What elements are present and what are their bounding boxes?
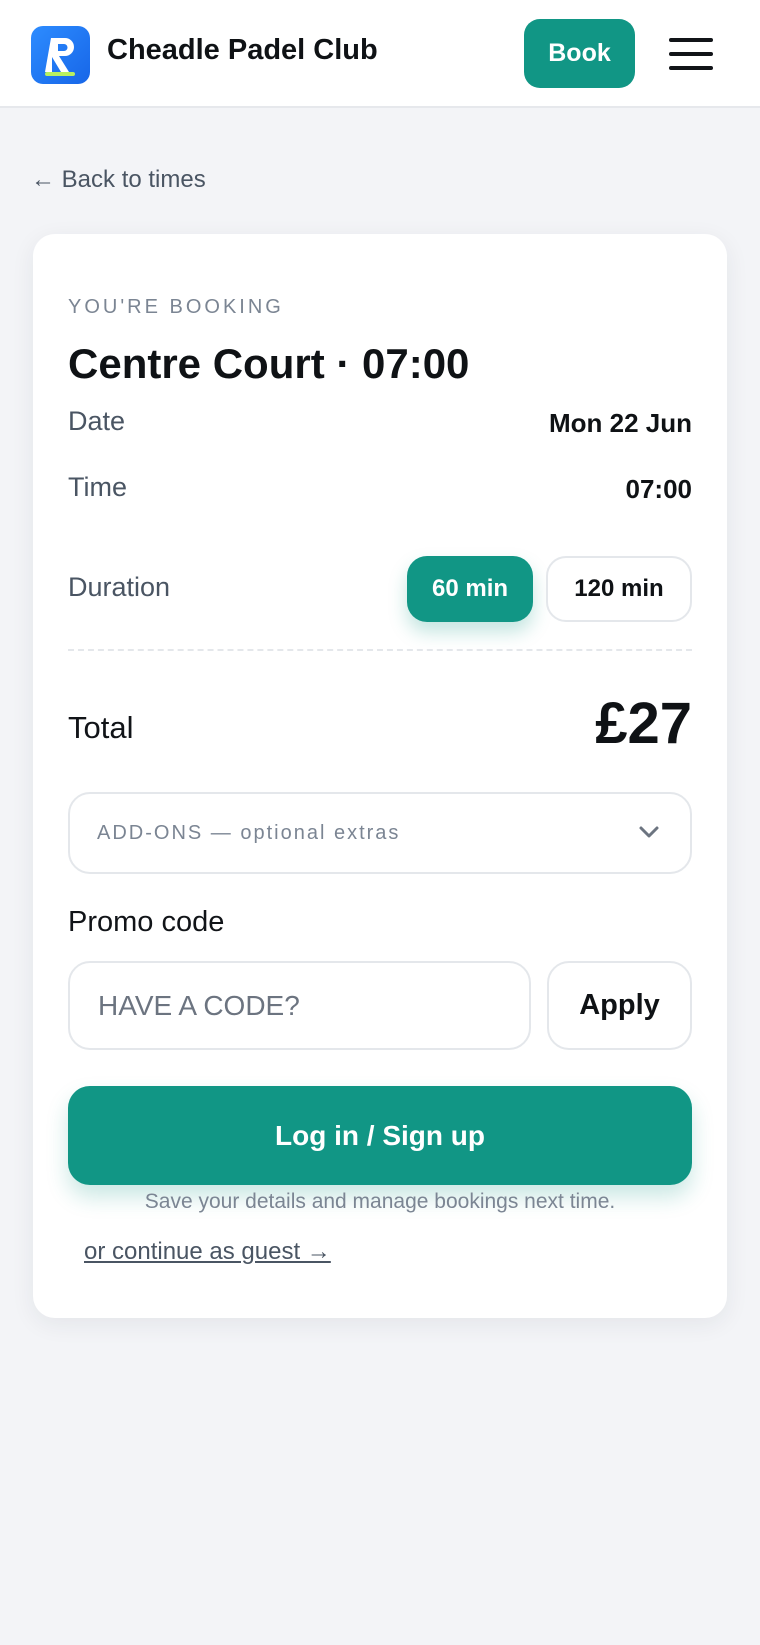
duration-option-60[interactable]: 60 min — [407, 556, 533, 622]
promo-code-input[interactable] — [68, 961, 531, 1050]
continue-as-guest-link[interactable]: or continue as guest → — [84, 1238, 331, 1266]
date-value: Mon 22 Jun — [548, 408, 692, 438]
date-label: Date — [68, 406, 126, 436]
logo-r-icon — [45, 38, 75, 76]
promo-code-label: Promo code — [68, 906, 225, 938]
club-name: Cheadle Padel Club — [107, 34, 378, 66]
hamburger-menu-icon[interactable] — [669, 36, 713, 72]
duration-label: Duration — [68, 572, 171, 602]
duration-option-120[interactable]: 120 min — [546, 556, 692, 622]
back-to-times-link[interactable]: ← Back to times — [31, 166, 206, 194]
club-logo[interactable] — [31, 26, 90, 84]
booking-title: Centre Court · 07:00 — [68, 340, 470, 387]
apply-promo-button[interactable]: Apply — [547, 961, 692, 1050]
time-value: 07:00 — [625, 474, 693, 504]
top-bar: Cheadle Padel Club Book — [0, 0, 760, 108]
book-button[interactable]: Book — [524, 19, 635, 88]
time-label: Time — [68, 472, 127, 502]
total-label: Total — [68, 710, 134, 745]
login-signup-button[interactable]: Log in / Sign up — [68, 1086, 692, 1185]
addons-dropdown[interactable]: ADD-ONS — optional extras — [68, 792, 692, 874]
total-price: £27 — [595, 691, 692, 756]
booking-eyebrow: YOU'RE BOOKING — [68, 296, 284, 318]
addons-label: ADD-ONS — optional extras — [97, 822, 401, 844]
helper-text: Save your details and manage bookings ne… — [144, 1190, 616, 1213]
booking-card: YOU'RE BOOKING Centre Court · 07:00 Date… — [33, 234, 727, 1318]
dashed-divider — [68, 649, 692, 651]
chevron-down-icon — [639, 826, 659, 838]
